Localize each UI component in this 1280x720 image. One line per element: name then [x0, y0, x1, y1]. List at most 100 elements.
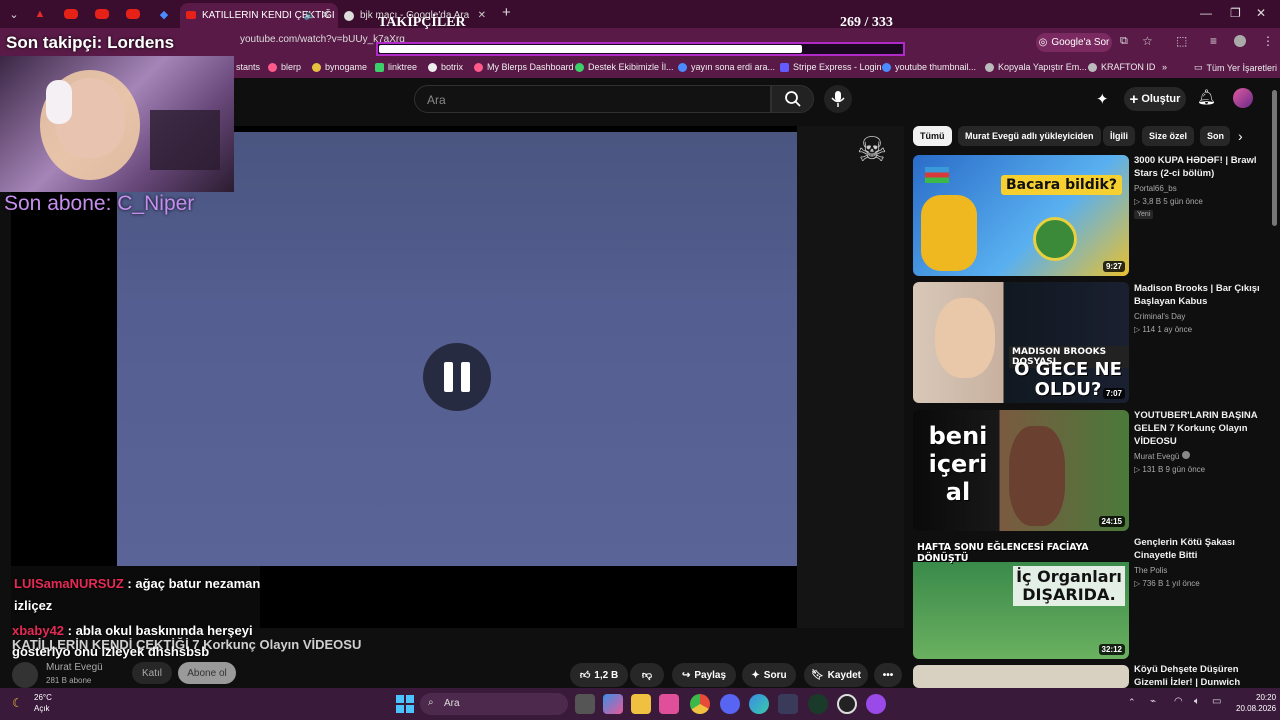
bookmark-item[interactable]: yayın sona erdi ara...	[678, 62, 775, 72]
new-badge: Yeni	[1134, 210, 1154, 219]
taskbar-search[interactable]: ⌕ Ara	[420, 693, 568, 715]
ask-button[interactable]: ✦ Soru	[742, 663, 796, 687]
speaker-icon[interactable]: 🔈	[304, 10, 316, 21]
rec-title[interactable]: Gençlerin Kötü Şakası Cinayetle Bitti	[1134, 536, 1264, 562]
extensions-icon[interactable]: ⬚	[1176, 34, 1187, 48]
copilot-icon[interactable]	[603, 694, 623, 714]
new-tab-icon[interactable]: +	[502, 4, 511, 21]
voice-search-button[interactable]	[824, 85, 852, 113]
close-icon[interactable]: ✕	[478, 10, 486, 21]
file-explorer-icon[interactable]	[631, 694, 651, 714]
star-icon[interactable]: ☆	[1142, 34, 1153, 48]
bookmark-item[interactable]: blerp	[268, 62, 301, 72]
media-icon[interactable]: ≡	[1210, 34, 1217, 48]
volume-icon[interactable]: 🔈︎	[1194, 696, 1200, 707]
battery-icon[interactable]: ▭	[1212, 696, 1221, 707]
network-icon[interactable]: ⌁	[1150, 696, 1156, 707]
bookmark-item[interactable]: KRAFTON ID	[1088, 62, 1155, 72]
bell-icon[interactable]: 🔔︎	[1197, 88, 1216, 106]
app-icon[interactable]	[778, 694, 798, 714]
channel-name[interactable]: Murat Evegü	[46, 662, 103, 673]
youtube-tab-icon[interactable]	[64, 9, 78, 19]
pause-button[interactable]	[423, 343, 491, 411]
rec-thumbnail[interactable]: HAFTA SONU EĞLENCESİ FACİAYA DÖNÜŞTÜ İç …	[913, 538, 1129, 659]
bookmark-icon	[428, 62, 437, 72]
search-button[interactable]	[771, 85, 814, 113]
adobe-tab-icon[interactable]: ▲	[32, 6, 48, 22]
rec-title[interactable]: YOUTUBER'LARIN BAŞINA GELEN 7 Korkunç Ol…	[1134, 409, 1264, 448]
youtube-tab-icon[interactable]	[95, 9, 109, 19]
bookmark-item[interactable]: youtube thumbnail...	[882, 62, 976, 72]
all-bookmarks[interactable]: ▭ Tüm Yer İşaretleri	[1194, 62, 1277, 73]
wifi-icon[interactable]: ◠	[1174, 696, 1183, 707]
avatar[interactable]	[1233, 88, 1253, 108]
youtube-tab-icon[interactable]	[126, 9, 140, 19]
window-close-icon[interactable]: ✕	[1256, 6, 1266, 20]
webcam-pc	[150, 110, 220, 170]
task-view-icon[interactable]	[575, 694, 595, 714]
create-button[interactable]: + Oluştur	[1124, 87, 1186, 111]
save-button[interactable]: 🔖︎ Kaydet	[804, 663, 868, 687]
tab-search-icon[interactable]: ⌄	[6, 6, 22, 22]
minimize-icon[interactable]: —	[1200, 6, 1212, 20]
more-button[interactable]: •••	[874, 663, 902, 687]
chrome-icon[interactable]	[690, 694, 710, 714]
chevron-right-icon[interactable]: ›	[1238, 128, 1243, 144]
bookmark-item[interactable]: Destek Ekibimizle İl...	[575, 62, 674, 72]
clock[interactable]: 20:20 20.08.2026	[1236, 692, 1276, 714]
search-icon: ⌕	[428, 697, 434, 708]
rec-channel[interactable]: Murat Evegü	[1134, 452, 1179, 461]
discord-icon[interactable]	[720, 694, 740, 714]
like-button[interactable]: 👍︎ 1,2 B	[570, 663, 628, 687]
bookmark-item[interactable]: stants	[236, 62, 260, 72]
page-scrollbar[interactable]	[1272, 90, 1277, 226]
profile-icon[interactable]	[1234, 35, 1246, 47]
rec-title[interactable]: 3000 KUPA HƏDƏF! | Brawl Stars (2-ci böl…	[1134, 154, 1264, 180]
rec-thumbnail[interactable]: beni içeri al 24:15	[913, 410, 1129, 531]
video-letterbox	[797, 126, 904, 628]
bookmark-item[interactable]: botrix	[428, 62, 463, 72]
bookmark-item[interactable]: bynogame	[312, 62, 367, 72]
tab-active[interactable]: KATILLERIN KENDI ÇEKTIĞI 🔈 ✕	[180, 3, 338, 28]
dislike-button[interactable]: 👎︎	[630, 663, 664, 687]
google-sor-button[interactable]: ◎ Google'a Sor	[1036, 33, 1112, 52]
rec-thumbnail[interactable]	[913, 665, 1129, 688]
chip-for-you[interactable]: Size özel	[1142, 126, 1195, 146]
rec-channel[interactable]: Criminal's Day	[1134, 312, 1185, 321]
chip-uploader[interactable]: Murat Evegü adlı yükleyiciden	[958, 126, 1101, 146]
bookmark-label: stants	[236, 62, 261, 72]
windows-start-icon[interactable]	[396, 695, 414, 713]
chip-recent[interactable]: Son	[1200, 126, 1230, 146]
bookmark-item[interactable]: Stripe Express - Login	[780, 62, 882, 72]
join-button[interactable]: Katıl	[132, 662, 172, 684]
obs-icon[interactable]	[837, 694, 857, 714]
close-icon[interactable]: ✕	[322, 10, 330, 21]
app-icon[interactable]	[808, 694, 828, 714]
install-icon[interactable]: ⧉	[1120, 35, 1128, 48]
bookmark-more[interactable]: »	[1162, 62, 1167, 72]
rec-thumbnail[interactable]: Bacara bildik? 9:27	[913, 155, 1129, 276]
search-input[interactable]: Ara	[414, 85, 771, 113]
share-button[interactable]: ↪ Paylaş	[672, 663, 736, 687]
chevron-up-icon[interactable]: ⌃	[1128, 697, 1136, 708]
app-icon[interactable]	[866, 694, 886, 714]
store-icon[interactable]	[659, 694, 679, 714]
channel-avatar[interactable]	[12, 662, 38, 688]
rec-title[interactable]: Köyü Dehşete Düşüren Gizemli İzler! | Du…	[1134, 663, 1264, 689]
menu-icon[interactable]: ⋮	[1262, 34, 1274, 48]
chip-all[interactable]: Tümü	[913, 126, 952, 146]
edge-icon[interactable]	[749, 694, 769, 714]
bookmark-item[interactable]: My Blerps Dashboard	[474, 62, 574, 72]
maximize-icon[interactable]: ❐	[1230, 6, 1241, 20]
subscribe-button[interactable]: Abone ol	[178, 662, 236, 684]
bookmark-item[interactable]: linktree	[375, 62, 417, 72]
rec-channel[interactable]: The Polis	[1134, 566, 1167, 575]
bookmark-item[interactable]: Kopyala Yapıştır Em...	[985, 62, 1087, 72]
rec-channel[interactable]: Portal66_bs	[1134, 184, 1177, 193]
weather-widget[interactable]: 26°C Açık	[34, 692, 52, 714]
rec-thumbnail[interactable]: MADISON BROOKS DOSYASI O GECE NE OLDU? 7…	[913, 282, 1129, 403]
chip-related[interactable]: İlgili	[1103, 126, 1135, 146]
rec-title[interactable]: Madison Brooks | Bar Çıkışı Başlayan Kab…	[1134, 282, 1264, 308]
extension-puzzle-icon[interactable]: ✦	[1096, 90, 1109, 108]
gem-tab-icon[interactable]: ◆	[156, 6, 172, 22]
